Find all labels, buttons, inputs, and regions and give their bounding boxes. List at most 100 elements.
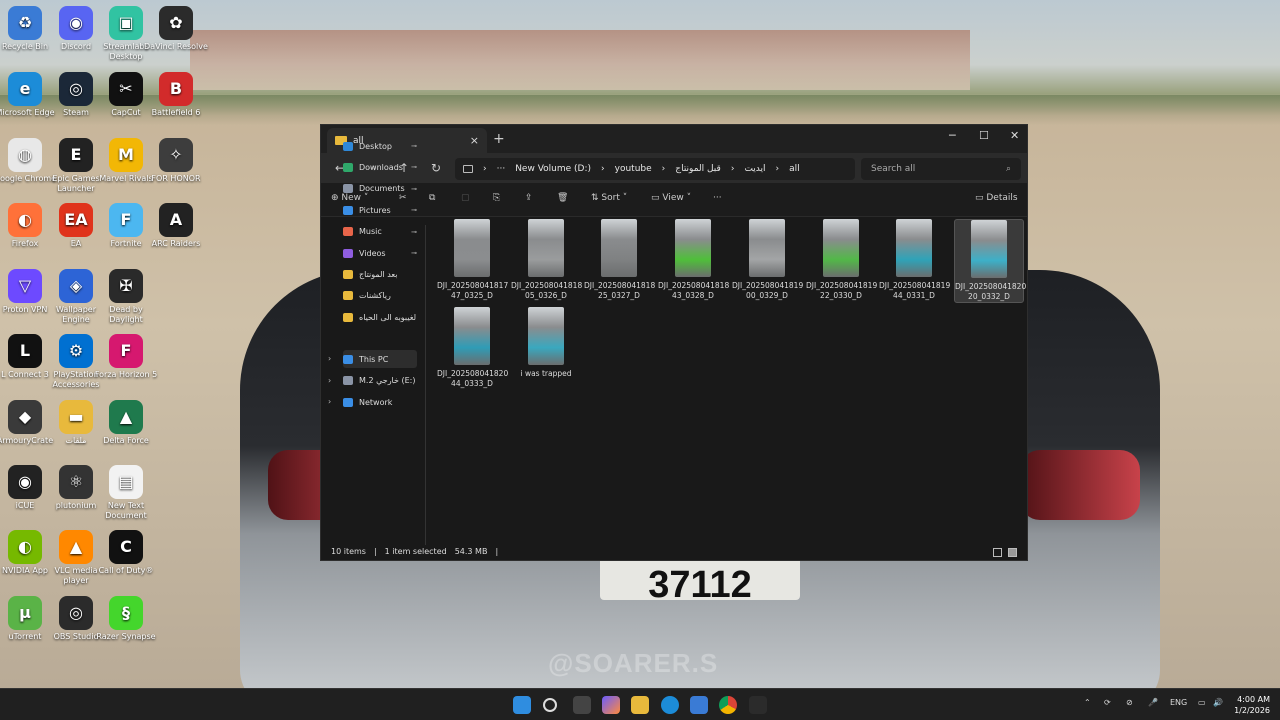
chrome-icon[interactable] [719,696,737,714]
file-item[interactable]: i was trapped [511,307,581,379]
breadcrumb-item[interactable]: قبل المونتاج [675,164,721,174]
desktop-icon-label: Delta Force [103,436,149,445]
file-item[interactable]: DJI_202508041818 43_0328_D [658,219,729,301]
sidebar-drive-item[interactable]: Network [343,393,417,411]
file-thumbnail [971,220,1007,278]
sidebar-item[interactable]: Videos ⊸ [343,244,417,262]
file-item[interactable]: DJI_202508041819 00_0329_D [732,219,803,301]
search-icon[interactable] [543,698,557,712]
file-item[interactable]: DJI_202508041818 05_0326_D [511,219,582,301]
breadcrumb-item[interactable]: youtube [615,164,652,174]
desktop-icon[interactable]: § Razer Synapse [94,596,158,642]
search-input[interactable]: Search all [871,164,915,174]
wallpaper-taillight-right [1020,450,1140,520]
task-view-icon[interactable] [573,696,591,714]
copilot-icon[interactable] [602,696,620,714]
sidebar-item-label: Network [359,397,393,407]
file-item[interactable]: DJI_202508041819 22_0330_D [806,219,877,301]
file-name-line1: DJI_202508041819 [879,281,951,290]
file-item[interactable]: DJI_202508041819 44_0331_D [879,219,951,301]
rename-icon[interactable]: ⎘ [493,193,500,203]
sidebar-item[interactable]: Downloads ⊸ [343,158,417,176]
desktop-icon[interactable]: ▲ Delta Force [94,400,158,446]
pane-divider[interactable] [425,225,426,545]
breadcrumb-more-button[interactable]: ··· [497,164,506,174]
app-icon: ◎ [59,72,93,106]
file-item[interactable]: DJI_202508041818 25_0327_D [584,219,655,301]
desktop-icon[interactable]: B Battlefield 6 [144,72,208,118]
sidebar-item[interactable]: Documents ⊸ [343,180,417,198]
sync-icon[interactable]: ⟳ [1104,698,1111,707]
breadcrumb-item[interactable]: New Volume (D:) [515,164,591,174]
app-icon: B [159,72,193,106]
search-box[interactable]: Search all ⌕ [861,158,1021,180]
desktop-icon[interactable]: ▤ New Text Document [94,465,158,521]
breadcrumb-item[interactable]: ايديت [744,164,765,174]
minimize-button[interactable]: ─ [949,129,956,142]
store-icon[interactable] [690,696,708,714]
start-icon[interactable] [513,696,531,714]
details-view-button[interactable] [993,548,1002,557]
share-icon[interactable]: ⇪ [525,193,533,203]
breadcrumb[interactable]: › ··· New Volume (D:) › youtube › قبل المونت… [455,158,855,180]
desktop-icon-label: Dead by Daylight [109,305,143,324]
expand-chevron-icon[interactable]: › [328,354,331,363]
desktop-icon[interactable]: ✿ DaVinci Resolve [144,6,208,52]
app-icon: ▬ [59,400,93,434]
sidebar-item[interactable]: بعد المونتاج [343,265,417,283]
app-icon: ◎ [59,596,93,630]
microphone-icon[interactable]: 🎤 [1148,698,1158,707]
desktop-icon[interactable]: C Call of Duty® [94,530,158,576]
edge-icon[interactable] [661,696,679,714]
maximize-button[interactable]: ☐ [979,129,989,142]
breadcrumb-item[interactable]: all [789,164,800,174]
davinci-icon[interactable] [749,696,767,714]
sidebar-item[interactable]: رياكشنات [343,287,417,305]
large-icons-view-button[interactable] [1008,548,1017,557]
file-thumbnail [896,219,932,277]
tab-close-button[interactable]: × [470,134,479,147]
new-tab-button[interactable]: + [493,131,505,147]
app-icon: F [109,334,143,368]
sidebar-item[interactable]: Desktop ⊸ [343,137,417,155]
language-indicator[interactable]: ENG [1170,698,1187,707]
refresh-button[interactable]: ↻ [425,161,447,175]
pin-icon: ⊸ [411,206,417,215]
notifications-off-icon[interactable]: ⊘ [1126,698,1133,707]
sidebar-item-label: Downloads [359,162,403,172]
view-button[interactable]: ▭ View ˅ [651,193,691,203]
sidebar-folder-icon [343,248,353,258]
volume-icon[interactable]: 🔊 [1213,698,1223,707]
sort-button[interactable]: ⇅ Sort ˅ [591,193,627,203]
details-button[interactable]: ▭ Details [975,193,1018,203]
sidebar-item[interactable]: لغيبوبه الى الحياه [343,308,417,326]
tray-overflow-icon[interactable]: ⌃ [1084,698,1091,707]
sidebar-item-label: Pictures [359,205,391,215]
delete-icon[interactable]: 🗑 [557,193,568,203]
desktop-icon[interactable]: ✧ FOR HONOR [144,138,208,184]
copy-icon[interactable]: ⧉ [429,193,435,203]
file-item[interactable]: DJI_202508041817 47_0325_D [437,219,509,301]
file-thumbnail [528,219,564,277]
desktop-icon[interactable]: F Forza Horizon 5 [94,334,158,380]
more-options-button[interactable]: ··· [713,193,722,203]
file-item[interactable]: DJI_202508041820 20_0332_D [954,219,1026,303]
app-icon: A [159,203,193,237]
close-button[interactable]: ✕ [1010,129,1019,142]
desktop-icon[interactable]: A ARC Raiders [144,203,208,249]
sidebar-drive-item[interactable]: M.2 خارجي (E:) [343,372,417,390]
sidebar-item[interactable]: Pictures ⊸ [343,201,417,219]
desktop-icon[interactable]: ✠ Dead by Daylight [94,269,158,325]
file-item[interactable]: DJI_202508041820 44_0333_D [437,307,508,389]
sidebar-item[interactable]: Music ⊸ [343,223,417,241]
sidebar-item-label: رياكشنات [359,291,391,301]
paste-icon[interactable]: ▢ [461,193,470,203]
sidebar-drive-item[interactable]: This PC [343,350,417,368]
item-count: 10 items [331,547,366,556]
file-explorer-taskbar-icon[interactable] [631,696,649,714]
expand-chevron-icon[interactable]: › [328,376,331,385]
network-icon[interactable]: ▭ [1198,698,1206,707]
expand-chevron-icon[interactable]: › [328,397,331,406]
clock[interactable]: 4:00 AM 1/2/2026 [1228,694,1270,716]
file-name-line1: DJI_202508041817 [437,281,509,290]
